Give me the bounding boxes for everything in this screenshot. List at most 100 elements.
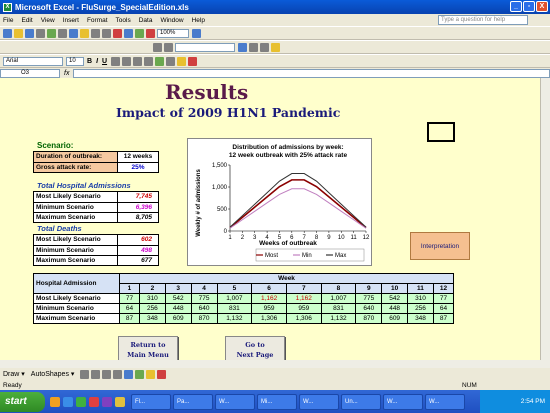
menu-view[interactable]: View bbox=[41, 17, 55, 24]
table-cell: 1,306 bbox=[285, 313, 322, 324]
menu-format[interactable]: Format bbox=[87, 17, 108, 24]
table-cell: 959 bbox=[251, 303, 287, 314]
menu-file[interactable]: File bbox=[3, 17, 13, 24]
percent-icon[interactable] bbox=[166, 56, 176, 66]
eraser-icon[interactable] bbox=[164, 42, 173, 52]
table-cell: 448 bbox=[381, 303, 409, 314]
clipart-icon[interactable] bbox=[135, 369, 145, 379]
menu-data[interactable]: Data bbox=[139, 17, 153, 24]
chart-wizard-icon[interactable] bbox=[146, 28, 155, 38]
save-icon[interactable] bbox=[25, 28, 34, 38]
italic-button[interactable]: I bbox=[96, 58, 98, 65]
scenario-key: Gross attack rate: bbox=[34, 163, 118, 172]
selected-cell[interactable] bbox=[427, 122, 455, 142]
zoom-select[interactable]: 100% bbox=[157, 28, 189, 38]
admissions-chart[interactable]: Distribution of admissions by week: 12 w… bbox=[187, 138, 372, 266]
vertical-scrollbar[interactable] bbox=[540, 78, 550, 368]
redo-icon[interactable] bbox=[102, 28, 111, 38]
open-icon[interactable] bbox=[14, 28, 23, 38]
week-header: 7 bbox=[285, 283, 322, 294]
menu-window[interactable]: Window bbox=[160, 17, 183, 24]
pencil-icon[interactable] bbox=[153, 42, 162, 52]
border-icon[interactable] bbox=[238, 42, 247, 52]
horizontal-scrollbar[interactable] bbox=[0, 360, 550, 368]
help-search-input[interactable]: Type a question for help bbox=[438, 15, 528, 25]
table-cell: 870 bbox=[190, 313, 218, 324]
spellcheck-icon[interactable] bbox=[47, 28, 56, 38]
series-line-max bbox=[229, 173, 367, 228]
arrow-icon[interactable] bbox=[91, 369, 101, 379]
bold-button[interactable]: B bbox=[87, 58, 92, 65]
new-icon[interactable] bbox=[3, 28, 12, 38]
quicklaunch-icon[interactable] bbox=[102, 396, 112, 407]
menu-tools[interactable]: Tools bbox=[116, 17, 131, 24]
interpretation-button[interactable]: Interpretation bbox=[410, 232, 470, 260]
comment-icon[interactable] bbox=[271, 42, 280, 52]
menu-insert[interactable]: Insert bbox=[63, 17, 79, 24]
restore-button[interactable]: ▫ bbox=[523, 1, 535, 12]
worksheet[interactable]: Results Impact of 2009 H1N1 Pandemic Sce… bbox=[0, 78, 540, 368]
font-name-select[interactable]: Arial bbox=[3, 56, 63, 66]
font-color-draw-icon[interactable] bbox=[157, 369, 167, 379]
oval-icon[interactable] bbox=[113, 369, 123, 379]
taskbar-item[interactable]: W... bbox=[215, 393, 255, 410]
font-color-icon[interactable] bbox=[188, 56, 198, 66]
underline-button[interactable]: U bbox=[102, 58, 107, 65]
table-cell: 77 bbox=[432, 293, 455, 304]
line-icon[interactable] bbox=[80, 369, 90, 379]
week-header: 5 bbox=[216, 283, 253, 294]
minimize-button[interactable]: _ bbox=[510, 1, 522, 12]
textbox-icon[interactable] bbox=[124, 369, 134, 379]
nav-icon[interactable] bbox=[249, 42, 258, 52]
week-header: 8 bbox=[320, 283, 357, 294]
taskbar-item[interactable]: Un... bbox=[341, 393, 381, 410]
x-tick-label: 8 bbox=[315, 235, 319, 241]
align-right-icon[interactable] bbox=[133, 56, 143, 66]
taskbar-item[interactable]: W... bbox=[425, 393, 465, 410]
fill-color-icon[interactable] bbox=[177, 56, 187, 66]
standard-toolbar: 100% bbox=[0, 26, 550, 40]
autoshapes-menu[interactable]: AutoShapes ▾ bbox=[31, 370, 75, 378]
hyperlink-icon[interactable] bbox=[113, 28, 122, 38]
rectangle-icon[interactable] bbox=[102, 369, 112, 379]
sort-icon[interactable] bbox=[135, 28, 144, 38]
copy-icon[interactable] bbox=[69, 28, 78, 38]
help-icon[interactable] bbox=[192, 28, 201, 38]
print-icon[interactable] bbox=[36, 28, 45, 38]
cut-icon[interactable] bbox=[58, 28, 67, 38]
align-left-icon[interactable] bbox=[111, 56, 121, 66]
quicklaunch-icon[interactable] bbox=[63, 396, 73, 407]
table-cell: 1,007 bbox=[216, 293, 253, 304]
undo-icon[interactable] bbox=[91, 28, 100, 38]
draw-menu[interactable]: Draw ▾ bbox=[3, 370, 25, 378]
font-size-select[interactable]: 10 bbox=[66, 56, 84, 66]
line-style-select[interactable] bbox=[175, 42, 235, 52]
taskbar-item[interactable]: Fl... bbox=[131, 393, 171, 410]
taskbar-item[interactable]: W... bbox=[299, 393, 339, 410]
taskbar-item[interactable]: W... bbox=[383, 393, 423, 410]
close-button[interactable]: X bbox=[536, 1, 548, 12]
quicklaunch-icon[interactable] bbox=[115, 396, 125, 407]
name-box[interactable]: O3 bbox=[0, 68, 60, 78]
review-icon[interactable] bbox=[260, 42, 269, 52]
week-header: 1 bbox=[119, 283, 140, 294]
admissions-table: Hospital Admission Week 1 2 3 4 5 6 7 8 9 10 11 12 … bbox=[33, 273, 455, 324]
quicklaunch-icon[interactable] bbox=[89, 396, 99, 407]
start-button[interactable]: start bbox=[0, 391, 45, 412]
formula-input[interactable] bbox=[73, 68, 550, 78]
legend-label: Most bbox=[265, 253, 278, 259]
autosum-icon[interactable] bbox=[124, 28, 133, 38]
table-cell: 448 bbox=[164, 303, 192, 314]
quicklaunch-icon[interactable] bbox=[76, 396, 86, 407]
taskbar-item[interactable]: Mi... bbox=[257, 393, 297, 410]
align-center-icon[interactable] bbox=[122, 56, 132, 66]
scenario-value: 12 weeks bbox=[118, 152, 158, 162]
fill-icon[interactable] bbox=[146, 369, 156, 379]
menu-edit[interactable]: Edit bbox=[21, 17, 32, 24]
menu-help[interactable]: Help bbox=[192, 17, 205, 24]
quicklaunch-icon[interactable] bbox=[50, 396, 60, 407]
currency-icon[interactable] bbox=[155, 56, 165, 66]
merge-center-icon[interactable] bbox=[144, 56, 154, 66]
taskbar-item[interactable]: Pa... bbox=[173, 393, 213, 410]
paste-icon[interactable] bbox=[80, 28, 89, 38]
